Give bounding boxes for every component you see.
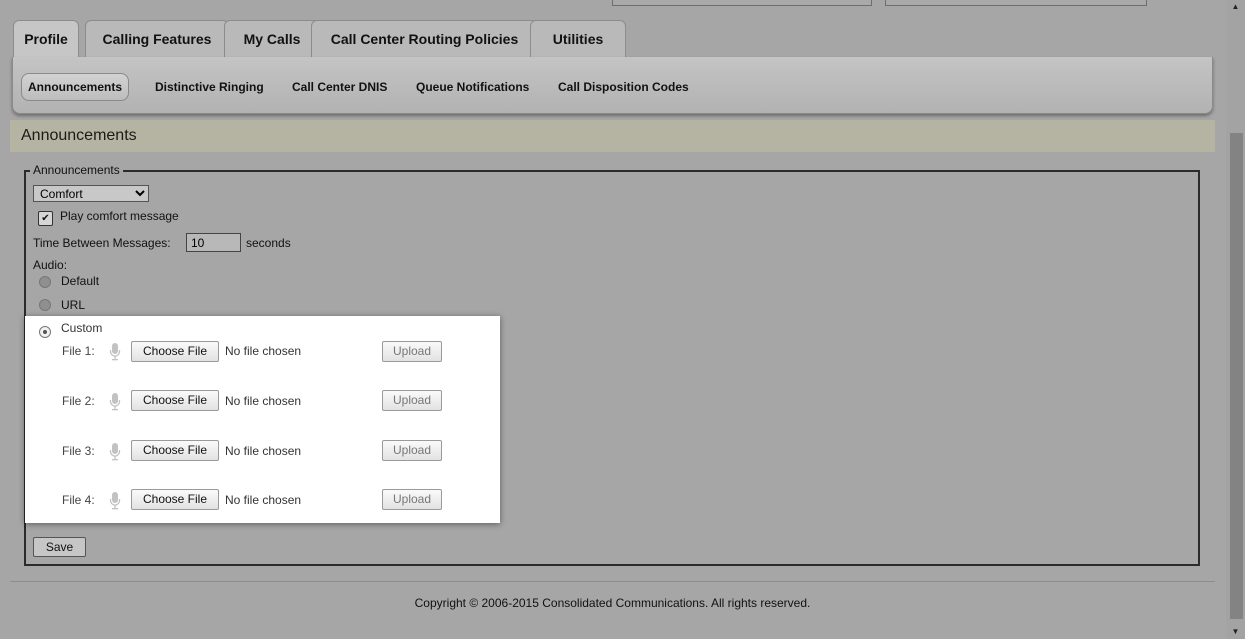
top-input-left[interactable] [612,0,872,6]
radio-custom-label: Custom [61,321,103,335]
choose-file-button[interactable]: Choose File [131,489,219,510]
top-input-right[interactable] [885,0,1147,6]
subtab-call-center-dnis[interactable]: Call Center DNIS [292,73,387,101]
microphone-icon [109,393,121,411]
microphone-icon [109,343,121,361]
file-status: No file chosen [225,444,302,458]
tab-calling-features[interactable]: Calling Features [85,20,229,58]
tab-my-calls[interactable]: My Calls [224,20,320,58]
tab-call-center-routing-policies[interactable]: Call Center Routing Policies [311,20,538,58]
choose-file-button[interactable]: Choose File [131,341,219,362]
radio-default-label: Default [61,274,100,288]
radio-url[interactable] [39,299,51,311]
vertical-scrollbar[interactable]: ▲ ▼ [1226,0,1245,639]
upload-button[interactable]: Upload [382,489,442,510]
page-title: Announcements [10,120,1215,152]
file-status: No file chosen [225,344,302,358]
file-status: No file chosen [225,394,302,408]
radio-custom[interactable] [39,326,51,338]
file-status: No file chosen [225,493,302,507]
footer-copyright: Copyright © 2006-2015 Consolidated Commu… [414,596,811,610]
file-label: File 2: [62,394,95,408]
file-label: File 1: [62,344,95,358]
subtab-queue-notifications[interactable]: Queue Notifications [416,73,529,101]
announcement-type-select[interactable]: Comfort [33,185,149,202]
tab-profile[interactable]: Profile [13,20,79,58]
subtab-distinctive-ringing[interactable]: Distinctive Ringing [155,73,264,101]
upload-button[interactable]: Upload [382,440,442,461]
fieldset-legend: Announcements [30,163,123,177]
microphone-icon [109,492,121,510]
microphone-icon [109,443,121,461]
time-between-label: Time Between Messages: [33,236,171,250]
subtab-announcements[interactable]: Announcements [21,73,130,101]
scrollbar-thumb[interactable] [1230,133,1243,619]
scroll-down-icon[interactable]: ▼ [1226,625,1245,639]
audio-label: Audio: [33,258,68,272]
choose-file-button[interactable]: Choose File [131,390,219,411]
footer-divider [10,581,1215,582]
scroll-up-icon[interactable]: ▲ [1226,0,1245,14]
time-between-input[interactable] [186,233,241,252]
radio-url-label: URL [61,298,86,312]
subtab-bar: Announcements Distinctive Ringing Call C… [12,57,1213,114]
save-button[interactable]: Save [33,537,86,557]
radio-default[interactable] [39,276,51,288]
tab-utilities[interactable]: Utilities [530,20,626,58]
upload-button[interactable]: Upload [382,341,442,362]
file-label: File 3: [62,444,95,458]
upload-button[interactable]: Upload [382,390,442,411]
choose-file-button[interactable]: Choose File [131,440,219,461]
custom-upload-panel: Custom File 1: Choose File No file chose… [25,316,500,523]
play-comfort-label: Play comfort message [60,209,179,223]
subtab-call-disposition-codes[interactable]: Call Disposition Codes [558,73,689,101]
file-label: File 4: [62,493,95,507]
play-comfort-checkbox[interactable]: ✔ [38,211,53,226]
time-between-unit: seconds [246,236,291,250]
